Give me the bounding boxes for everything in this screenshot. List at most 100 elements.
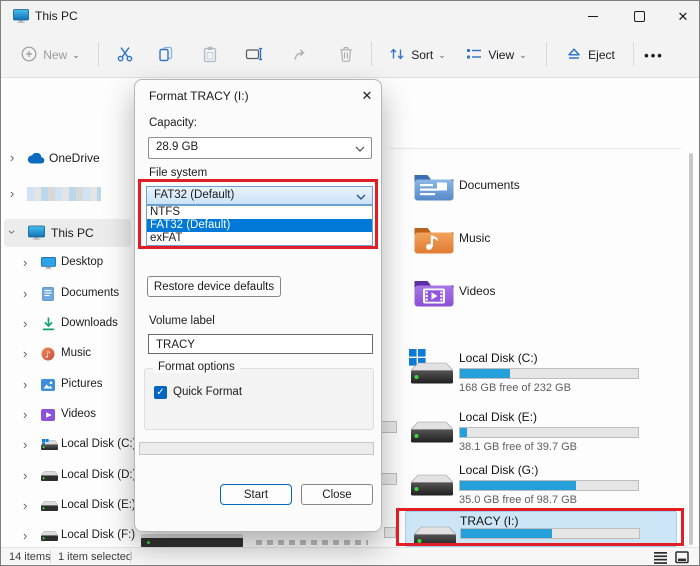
quick-format-checkbox[interactable]: ✓ [154,386,167,399]
view-label: View [488,48,514,62]
close-label: Close [322,489,351,501]
drive-tile-label: Local Disk (E:) [459,410,537,424]
annotation-box-file-system [138,179,378,249]
chevron-down-icon [355,146,365,152]
chevron-down-icon: ⌄ [72,51,80,60]
this-pc-icon [28,225,45,244]
volume-label-input[interactable] [154,336,368,354]
chevron-right-icon: › [23,469,27,483]
hidden-tile-fragment [381,473,397,485]
statusbar-separator [130,550,131,563]
minimize-icon [588,16,598,17]
details-view-toggle[interactable] [651,550,669,565]
maximize-button[interactable] [619,1,659,31]
sort-button[interactable]: Sort ⌄ [381,39,453,71]
minimize-button[interactable] [573,1,613,31]
file-system-label: File system [149,167,207,179]
sidebar-item-this-pc[interactable]: › This PC [1,219,134,247]
sidebar-item-label: This PC [51,226,94,240]
hidden-tile-fragment [381,421,397,433]
chevron-right-icon: › [23,347,27,361]
vertical-scrollbar[interactable] [689,153,693,545]
start-button[interactable]: Start [220,484,292,505]
folder-tile-videos[interactable]: Videos [401,271,681,317]
sidebar-item-videos[interactable]: › Videos [1,401,134,429]
quick-format-label: Quick Format [173,386,242,398]
sidebar-item-desktop[interactable]: › Desktop [1,249,134,277]
document-icon [42,287,54,304]
sidebar-item-music[interactable]: › ♪ Music [1,340,134,368]
plus-circle-icon [20,45,38,66]
eject-button[interactable]: Eject [554,39,626,71]
sidebar-item-label: Documents [61,287,119,299]
sidebar-item-documents[interactable]: › Documents [1,280,134,308]
thumbnail-view-icon [675,551,689,564]
capacity-bar-fill [460,369,510,378]
drive-tile-c[interactable]: Local Disk (C:) 168 GB free of 232 GB [401,347,683,401]
close-button[interactable]: Close [301,484,373,505]
delete-button[interactable] [330,39,362,71]
sidebar-item-label: OneDrive [49,151,100,165]
list-view-icon [654,551,667,564]
this-pc-window-icon [13,9,29,27]
restore-defaults-button[interactable]: Restore device defaults [147,276,281,297]
copy-button[interactable] [150,39,182,71]
folder-tile-documents[interactable]: Documents [401,165,681,211]
format-options-group [144,368,374,430]
new-button[interactable]: New ⌄ [9,39,91,71]
format-options-label: Format options [153,361,240,373]
chevron-right-icon: › [23,256,27,270]
sidebar-item-downloads[interactable]: › Downloads [1,310,134,338]
capacity-label: Capacity: [149,117,197,129]
music-icon: ♪ [41,347,55,364]
volume-label-field-wrap [148,334,373,354]
sidebar-item-onedrive[interactable]: › OneDrive [1,144,134,172]
cut-button[interactable] [109,39,141,71]
capacity-bar-fill [460,481,576,490]
drive-tile-g[interactable]: Local Disk (G:) 35.0 GB free of 98.7 GB [401,459,683,513]
format-dialog: Format TRACY (I:) ✕ Capacity: 28.9 GB Fi… [134,79,382,532]
sidebar-item-redacted[interactable]: › [1,180,134,208]
close-icon: ✕ [362,88,373,104]
drive-free-space: 38.1 GB free of 39.7 GB [459,441,577,453]
dialog-close-button[interactable]: ✕ [357,87,377,105]
sidebar-item-local-disk-c[interactable]: › Local Disk (C:) [1,431,134,459]
share-icon [292,45,310,66]
more-icon: ••• [644,48,664,63]
chevron-down-icon: › [5,230,19,234]
dialog-title: Format TRACY (I:) [149,89,249,103]
sidebar-item-local-disk-f[interactable]: › Local Disk (F:) [1,522,134,550]
share-button[interactable] [285,39,317,71]
drive-tile-e[interactable]: Local Disk (E:) 38.1 GB free of 39.7 GB [401,406,683,460]
large-icons-view-toggle[interactable] [673,550,691,565]
drive-free-space: 168 GB free of 232 GB [459,382,571,394]
explorer-window: This PC ✕ New ⌄ [0,0,700,566]
capacity-dropdown[interactable]: 28.9 GB [148,137,372,159]
paste-button[interactable] [194,39,226,71]
annotation-box-tracy-drive [396,508,684,546]
chevron-down-icon: ⌄ [519,51,527,60]
toolbar-separator [98,42,99,66]
paste-icon [201,45,219,66]
volume-label-label: Volume label [149,315,215,327]
sidebar-item-local-disk-d[interactable]: › Local Disk (D:) [1,462,134,490]
chevron-right-icon: › [23,438,27,452]
drive-icon [41,501,58,515]
checkmark-icon: ✓ [156,387,164,398]
folder-tile-music[interactable]: Music [401,218,681,264]
items-count: 14 items [9,551,51,563]
new-label: New [43,48,67,62]
view-button[interactable]: View ⌄ [457,39,535,71]
capacity-bar-fill [460,428,467,437]
window-title: This PC [35,9,78,23]
group-divider [389,148,681,149]
command-bar: New ⌄ [1,31,699,78]
format-progress-bar [139,442,374,455]
rename-button[interactable] [238,39,270,71]
pictures-icon [41,379,55,394]
chevron-right-icon: › [23,499,27,513]
sidebar-item-local-disk-e[interactable]: › Local Disk (E:) [1,492,134,520]
see-more-button[interactable]: ••• [640,39,668,71]
sidebar-item-pictures[interactable]: › Pictures [1,371,134,399]
close-window-button[interactable]: ✕ [663,1,700,31]
